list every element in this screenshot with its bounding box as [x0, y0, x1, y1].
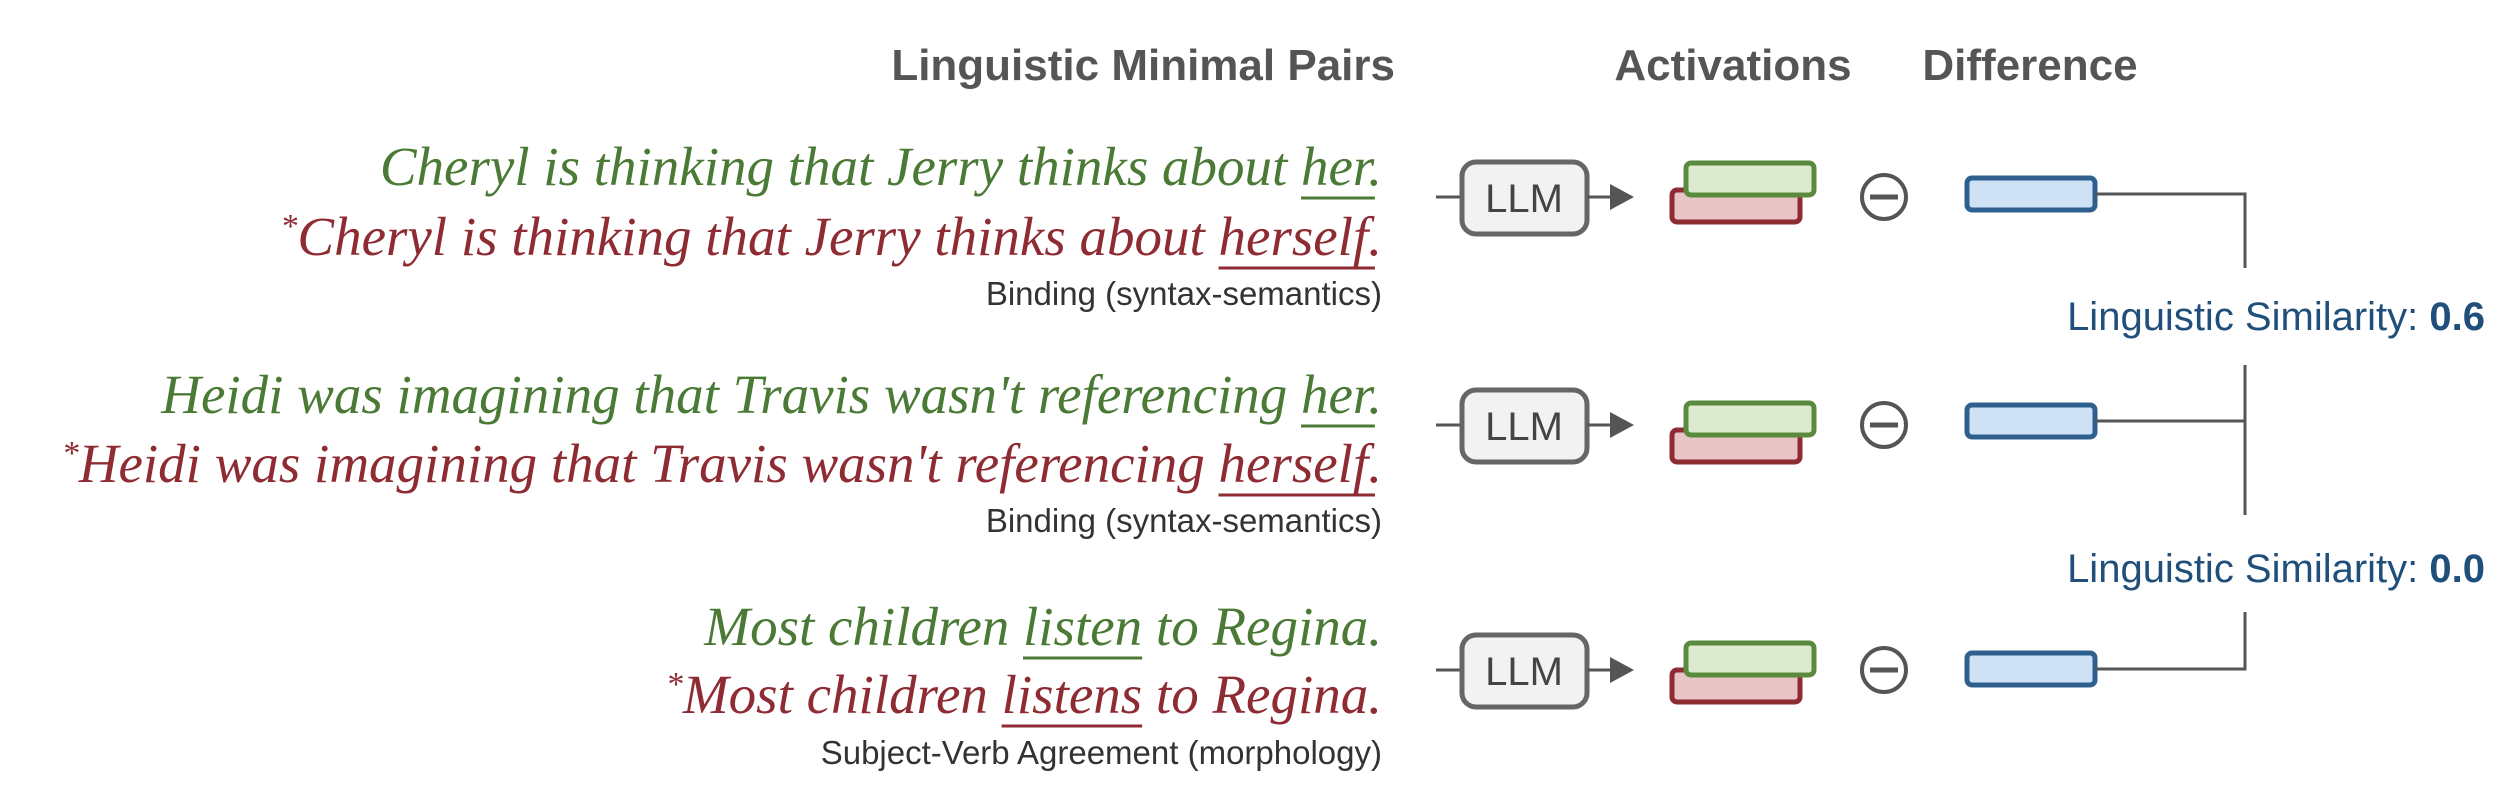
ungrammatical-sentence: *Heidi was imagining that Travis wasn't … — [62, 433, 1382, 494]
similarity-bracket-bottom — [2095, 612, 2247, 671]
similarity-value: 0.6 — [2429, 295, 2485, 339]
arrow-head — [1610, 657, 1634, 683]
difference-vector — [1964, 650, 2098, 688]
arrow-head — [1610, 184, 1634, 210]
header-difference: Difference — [1922, 41, 2137, 90]
grammatical-activation — [1683, 160, 1817, 198]
difference-vector — [1964, 402, 2098, 440]
grammatical-activation — [1683, 400, 1817, 438]
grammatical-sentence: Cheryl is thinking that Jerry thinks abo… — [380, 136, 1382, 197]
grammatical-sentence: Heidi was imagining that Travis wasn't r… — [160, 364, 1382, 425]
minimal-pair-row: Most children listen to Regina. *Most ch… — [666, 596, 2098, 771]
llm-label: LLM — [1485, 177, 1563, 221]
grammatical-activation — [1683, 640, 1817, 678]
critical-word: her — [1301, 364, 1375, 425]
similarity-bracket-top — [2095, 192, 2247, 268]
critical-word: listen — [1023, 596, 1142, 657]
similarity-label: Linguistic Similarity: 0.6 — [2067, 295, 2485, 339]
ungrammatical-sentence: *Most children listens to Regina. — [666, 664, 1382, 725]
header-activations: Activations — [1614, 41, 1851, 90]
difference-vector — [1964, 175, 2098, 213]
minimal-pair-row: Heidi was imagining that Travis wasn't r… — [62, 364, 2098, 539]
phenomenon-category: Binding (syntax-semantics) — [986, 275, 1382, 312]
llm-label: LLM — [1485, 650, 1563, 694]
pipeline-diagram: Linguistic Minimal Pairs Activations Dif… — [62, 41, 2485, 771]
critical-word: herself — [1219, 206, 1375, 267]
grammatical-sentence: Most children listen to Regina. — [703, 596, 1382, 657]
critical-word: listens — [1002, 664, 1143, 725]
similarity-label: Linguistic Similarity: 0.0 — [2067, 547, 2485, 591]
critical-word: her — [1301, 136, 1375, 197]
phenomenon-category: Subject-Verb Agreement (morphology) — [821, 734, 1382, 771]
minimal-pair-row: Cheryl is thinking that Jerry thinks abo… — [280, 136, 2098, 312]
ungrammatical-sentence: *Cheryl is thinking that Jerry thinks ab… — [280, 206, 1382, 267]
header-minimal-pairs: Linguistic Minimal Pairs — [891, 41, 1395, 90]
phenomenon-category: Binding (syntax-semantics) — [986, 502, 1382, 539]
similarity-value: 0.0 — [2429, 547, 2485, 591]
critical-word: herself — [1219, 433, 1375, 494]
llm-label: LLM — [1485, 405, 1563, 449]
arrow-head — [1610, 412, 1634, 438]
